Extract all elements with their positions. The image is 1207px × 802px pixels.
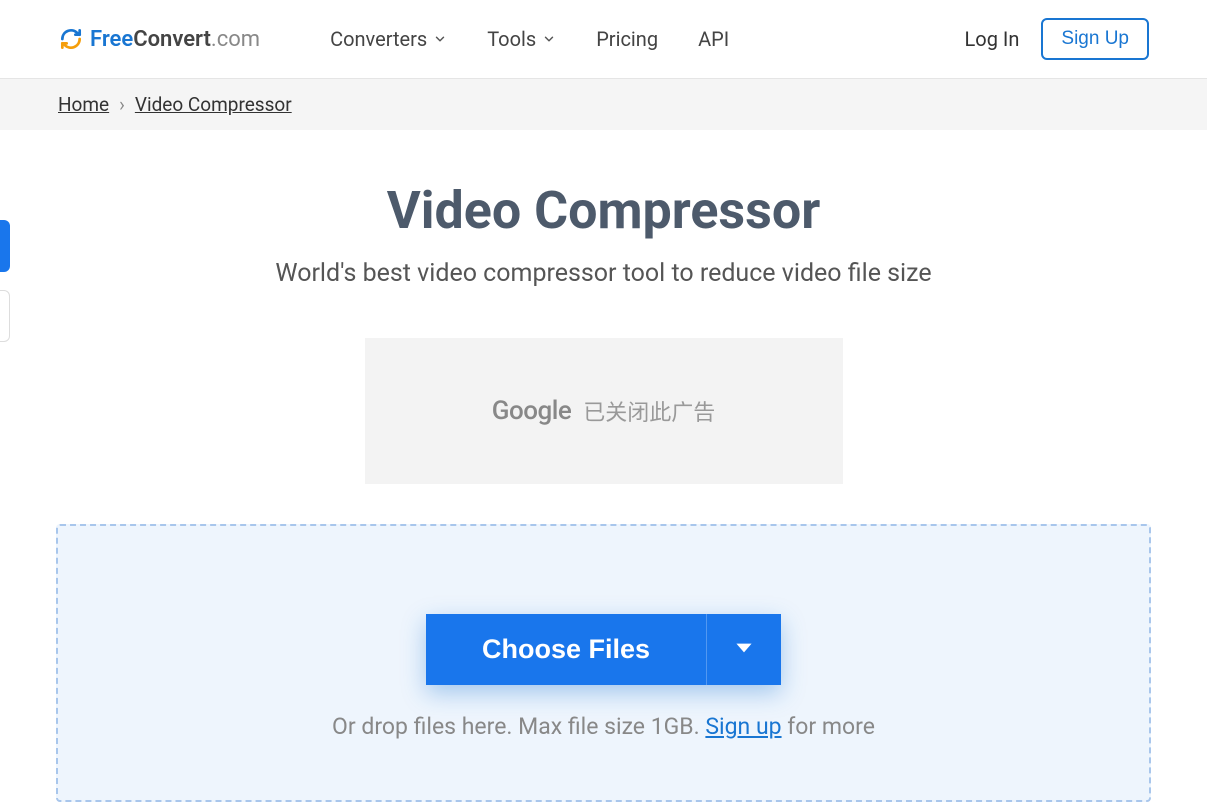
side-tab-feedback[interactable] (0, 220, 10, 272)
nav-pricing-label: Pricing (596, 27, 658, 51)
chevron-right-icon: › (119, 93, 125, 116)
drop-suffix: for more (782, 713, 875, 740)
breadcrumb: Home › Video Compressor (0, 79, 1207, 130)
nav-pricing[interactable]: Pricing (596, 27, 658, 51)
site-logo[interactable]: Free Convert .com (58, 26, 260, 52)
auth-section: Log In Sign Up (965, 18, 1149, 60)
nav-api-label: API (698, 27, 729, 51)
nav-converters[interactable]: Converters (330, 27, 447, 51)
ad-placeholder: Google 已关闭此广告 (365, 338, 843, 484)
nav-converters-label: Converters (330, 27, 427, 51)
breadcrumb-home[interactable]: Home (58, 93, 109, 116)
signup-link-inline[interactable]: Sign up (705, 713, 781, 740)
page-title: Video Compressor (38, 180, 1169, 241)
nav-tools-label: Tools (487, 27, 536, 51)
file-drop-zone[interactable]: Choose Files Or drop files here. Max fil… (56, 524, 1151, 802)
choose-files-group: Choose Files (426, 614, 781, 685)
chevron-down-icon (542, 27, 556, 51)
ad-closed-text: 已关闭此广告 (583, 395, 715, 427)
logo-text-convert: Convert (133, 27, 211, 52)
logo-text-free: Free (90, 27, 133, 52)
drop-prefix: Or drop files here. Max file size 1GB. (332, 713, 705, 740)
refresh-icon (58, 26, 84, 52)
drop-hint-text: Or drop files here. Max file size 1GB. S… (78, 713, 1129, 740)
main-nav: Converters Tools Pricing API (330, 27, 964, 51)
nav-api[interactable]: API (698, 27, 729, 51)
login-link[interactable]: Log In (965, 27, 1020, 51)
choose-files-button[interactable]: Choose Files (426, 614, 706, 685)
nav-tools[interactable]: Tools (487, 27, 556, 51)
signup-button[interactable]: Sign Up (1041, 18, 1149, 60)
choose-files-dropdown[interactable] (706, 614, 781, 685)
page-subtitle: World's best video compressor tool to re… (38, 259, 1169, 288)
main-header: Free Convert .com Converters Tools Prici… (0, 0, 1207, 79)
side-tab-secondary[interactable] (0, 290, 10, 342)
main-content: Video Compressor World's best video comp… (18, 130, 1189, 802)
chevron-down-icon (433, 27, 447, 51)
breadcrumb-current[interactable]: Video Compressor (135, 93, 292, 116)
google-logo-text: Google (492, 396, 572, 426)
logo-text-com: .com (211, 27, 260, 52)
chevron-down-icon (731, 635, 757, 664)
